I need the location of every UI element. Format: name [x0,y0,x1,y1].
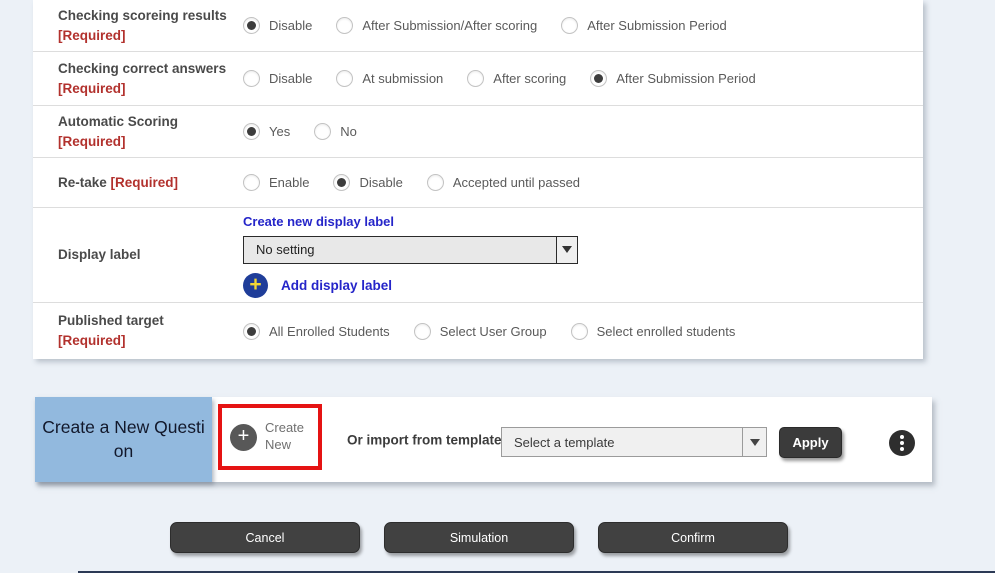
required-badge: [Required] [58,28,126,43]
plus-icon: + [230,424,257,451]
radio-label: Disable [269,18,312,33]
radio-label: All Enrolled Students [269,324,390,339]
radio-button[interactable] [243,174,260,191]
radio-option-no[interactable]: No [314,123,357,140]
radio-button[interactable] [333,174,350,191]
row-label: Checking scoreing results [Required] [33,0,238,55]
confirm-button[interactable]: Confirm [598,522,788,553]
create-new-button[interactable]: + Create New [218,404,322,470]
apply-button[interactable]: Apply [779,427,842,458]
display-label-controls: Create new display label No setting + Ad… [238,203,588,308]
radio-label: No [340,124,357,139]
row-checking-scoring-results: Checking scoreing results [Required] Dis… [33,0,923,52]
footer-actions: Cancel Simulation Confirm [170,522,788,553]
cancel-button[interactable]: Cancel [170,522,360,553]
required-badge: [Required] [58,81,126,96]
dropdown-arrow-button[interactable] [742,428,766,456]
radio-label: Disable [269,71,312,86]
radio-option-accepted-until-passed[interactable]: Accepted until passed [427,174,580,191]
row-label: Display label [33,235,238,275]
add-display-label-button[interactable]: + Add display label [243,273,578,298]
radio-option-disable[interactable]: Disable [333,174,402,191]
row-retake: Re-take [Required] Enable Disable Accept… [33,158,923,208]
radio-button[interactable] [561,17,578,34]
chevron-down-icon [750,439,760,446]
radio-button[interactable] [427,174,444,191]
row-label-text: Checking scoreing results [58,8,227,23]
row-label-text: Checking correct answers [58,61,226,76]
radio-option-all-enrolled-students[interactable]: All Enrolled Students [243,323,390,340]
row-checking-correct-answers: Checking correct answers [Required] Disa… [33,52,923,106]
create-question-panel: Create a New Question + Create New Or im… [35,397,932,482]
radio-option-disable[interactable]: Disable [243,70,312,87]
row-label: Checking correct answers [Required] [33,49,238,108]
display-label-dropdown-value: No setting [244,237,556,263]
required-badge: [Required] [58,333,126,348]
radio-button[interactable] [590,70,607,87]
radio-label: Select enrolled students [597,324,736,339]
radio-option-select-user-group[interactable]: Select User Group [414,323,547,340]
radio-button[interactable] [243,17,260,34]
chevron-down-icon [562,246,572,253]
template-dropdown-value: Select a template [502,428,742,456]
radio-button[interactable] [336,70,353,87]
create-new-display-label-link[interactable]: Create new display label [243,214,394,229]
radio-label: Yes [269,124,290,139]
radio-group: Disable After Submission/After scoring A… [238,9,923,42]
radio-label: Enable [269,175,309,190]
radio-option-after-submission-after-scoring[interactable]: After Submission/After scoring [336,17,537,34]
row-label-text: Re-take [58,175,111,190]
radio-group: Yes No [238,115,923,148]
row-label: Published target [Required] [33,301,238,360]
radio-label: Disable [359,175,402,190]
radio-button[interactable] [243,323,260,340]
row-automatic-scoring: Automatic Scoring [Required] Yes No [33,106,923,158]
quiz-settings-panel: Checking scoreing results [Required] Dis… [33,0,923,359]
radio-button[interactable] [571,323,588,340]
radio-button[interactable] [314,123,331,140]
row-published-target: Published target [Required] All Enrolled… [33,303,923,359]
dropdown-arrow-button[interactable] [556,237,577,263]
radio-button[interactable] [467,70,484,87]
row-label-text: Automatic Scoring [58,114,178,129]
radio-option-disable[interactable]: Disable [243,17,312,34]
required-badge: [Required] [58,134,126,149]
display-label-dropdown[interactable]: No setting [243,236,578,264]
radio-label: After Submission Period [616,71,755,86]
radio-group: Enable Disable Accepted until passed [238,166,923,199]
radio-group: All Enrolled Students Select User Group … [238,315,923,348]
section-title: Create a New Question [35,397,212,482]
row-label: Automatic Scoring [Required] [33,102,238,161]
radio-option-after-submission-period[interactable]: After Submission Period [561,17,726,34]
required-badge: [Required] [111,175,179,190]
radio-label: Accepted until passed [453,175,580,190]
row-display-label: Display label Create new display label N… [33,208,923,303]
radio-group: Disable At submission After scoring Afte… [238,62,923,95]
simulation-button[interactable]: Simulation [384,522,574,553]
radio-option-select-enrolled-students[interactable]: Select enrolled students [571,323,736,340]
radio-label: After Submission Period [587,18,726,33]
row-label-text: Display label [58,247,141,262]
row-label-text: Published target [58,313,164,328]
radio-option-yes[interactable]: Yes [243,123,290,140]
radio-button[interactable] [243,70,260,87]
import-from-template-label: Or import from template [347,432,502,447]
radio-option-after-scoring[interactable]: After scoring [467,70,566,87]
radio-button[interactable] [414,323,431,340]
template-dropdown[interactable]: Select a template [501,427,767,457]
plus-icon: + [243,273,268,298]
kebab-menu-icon[interactable] [889,430,915,456]
add-display-label-text: Add display label [281,278,392,293]
create-new-label: Create New [265,420,313,454]
radio-option-after-submission-period[interactable]: After Submission Period [590,70,755,87]
radio-label: At submission [362,71,443,86]
row-label: Re-take [Required] [33,163,238,203]
radio-label: After Submission/After scoring [362,18,537,33]
radio-label: After scoring [493,71,566,86]
radio-button[interactable] [336,17,353,34]
radio-option-at-submission[interactable]: At submission [336,70,443,87]
radio-option-enable[interactable]: Enable [243,174,309,191]
radio-label: Select User Group [440,324,547,339]
radio-button[interactable] [243,123,260,140]
